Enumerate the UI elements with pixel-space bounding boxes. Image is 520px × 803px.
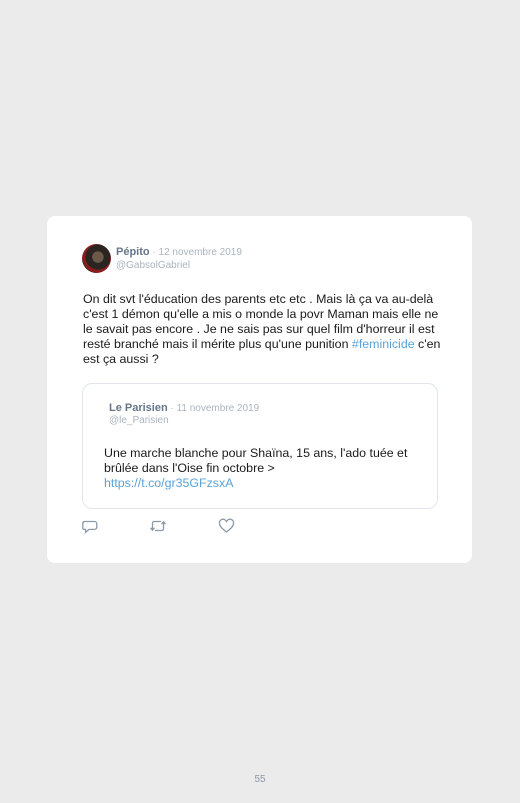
author-name[interactable]: Pépito bbox=[116, 246, 150, 258]
author-name-line: Pépito · 12 novembre 2019 bbox=[116, 246, 242, 258]
quoted-link[interactable]: https://t.co/gr35GFzsxA bbox=[104, 476, 424, 491]
retweet-icon[interactable] bbox=[149, 518, 167, 534]
quoted-author-name[interactable]: Le Parisien bbox=[109, 402, 168, 414]
hashtag-link[interactable]: #feminicide bbox=[352, 337, 415, 351]
page-number: 55 bbox=[254, 774, 266, 785]
tweet-actions bbox=[82, 518, 282, 534]
quoted-handle[interactable]: @le_Parisien bbox=[109, 415, 169, 426]
reply-icon[interactable] bbox=[82, 518, 100, 534]
quoted-tweet[interactable]: Le Parisien · 11 novembre 2019 @le_Paris… bbox=[82, 383, 438, 509]
tweet-date[interactable]: · 12 novembre 2019 bbox=[150, 247, 242, 258]
quoted-text: Une marche blanche pour Shaïna, 15 ans, … bbox=[104, 446, 424, 491]
author-avatar[interactable] bbox=[82, 244, 111, 273]
tweet-card: Pépito · 12 novembre 2019 @GabsolGabriel… bbox=[47, 216, 472, 563]
tweet-text: On dit svt l'éducation des parents etc e… bbox=[83, 292, 443, 367]
quoted-text-body: Une marche blanche pour Shaïna, 15 ans, … bbox=[104, 446, 408, 475]
like-icon[interactable] bbox=[218, 518, 236, 534]
quoted-author-line: Le Parisien · 11 novembre 2019 bbox=[109, 402, 259, 414]
quoted-date[interactable]: · 11 novembre 2019 bbox=[168, 403, 259, 414]
author-handle[interactable]: @GabsolGabriel bbox=[116, 260, 190, 271]
